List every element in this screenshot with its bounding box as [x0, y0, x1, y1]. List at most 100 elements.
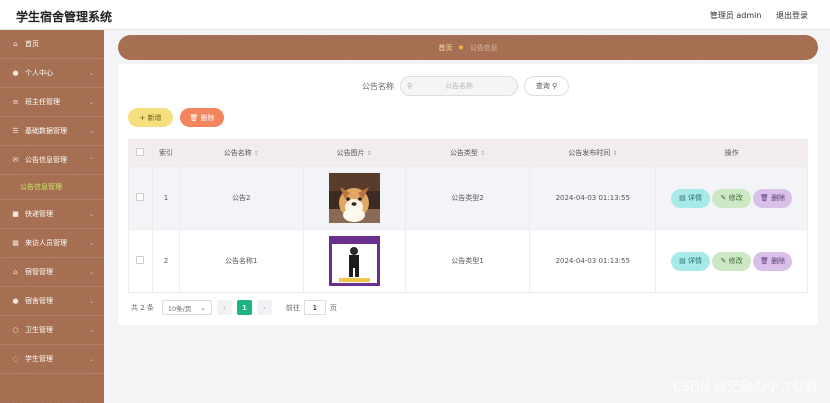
sidebar-item-label: 来访人员管理	[25, 239, 67, 247]
cell-time: 2024-04-03 01:13:55	[529, 166, 657, 230]
table-row: 1 公告2 公告类型2 2024-04-03 01:13:55 ▤ 详情 ✎ 修…	[128, 166, 808, 230]
notice-table: 索引 公告名称 ⇕ 公告图片 ⇕ 公告类型 ⇕ 公告发布时间 ⇕ 操作 1 公告2	[128, 139, 808, 293]
sort-icon: ⇕	[612, 150, 618, 157]
trash-icon: 🗑	[189, 113, 199, 122]
detail-button[interactable]: ▤ 详情	[671, 251, 711, 271]
row-checkbox[interactable]	[136, 193, 145, 201]
logout-link[interactable]: 退出登录	[776, 11, 808, 20]
detail-button[interactable]: ▤ 详情	[671, 188, 711, 208]
list-icon: ≡	[12, 98, 19, 106]
sidebar-item-notice[interactable]: ✉ 公告信息管理 ⌃	[0, 146, 104, 175]
top-bar: 学生宿舍管理系统 管理员 admin 退出登录	[0, 0, 830, 30]
sidebar-item-dorm-admin[interactable]: ⌂ 宿管管理 ⌄	[0, 258, 104, 287]
detail-button-label: 详情	[688, 257, 702, 265]
search-input[interactable]	[401, 77, 517, 95]
sidebar-item-dorm[interactable]: ● 宿舍管理 ⌄	[0, 287, 104, 316]
col-name[interactable]: 公告名称 ⇕	[178, 139, 304, 167]
edit-button[interactable]: ✎ 修改	[712, 251, 752, 271]
sidebar-item-visitor[interactable]: ▦ 来访人员管理 ⌄	[0, 229, 104, 258]
pencil-icon: ✎	[720, 194, 727, 202]
sidebar-item-teacher[interactable]: ≡ 班主任管理 ⌄	[0, 88, 104, 117]
prev-page-button[interactable]: ‹	[216, 300, 232, 315]
page-number-current[interactable]: 1	[236, 300, 252, 315]
cell-ops: ▤ 详情 ✎ 修改 🗑 删除	[655, 229, 808, 293]
col-image[interactable]: 公告图片 ⇕	[302, 139, 406, 167]
chevron-down-icon: ⌄	[88, 327, 94, 334]
col-index: 索引	[151, 139, 180, 167]
edit-button[interactable]: ✎ 修改	[712, 188, 752, 208]
col-ops: 操作	[655, 139, 808, 167]
app-title: 学生宿舍管理系统	[16, 10, 113, 24]
col-time[interactable]: 公告发布时间 ⇕	[529, 139, 657, 167]
select-all-checkbox[interactable]	[136, 148, 145, 156]
query-button[interactable]: 查询 ⚲	[524, 76, 569, 96]
sidebar-item-student[interactable]: ◌ 学生管理 ⌄	[0, 345, 104, 374]
cell-name: 公告2	[178, 166, 304, 230]
col-type[interactable]: 公告类型 ⇕	[404, 139, 531, 167]
edit-button-label: 修改	[728, 194, 743, 202]
search-label: 公告名称	[362, 81, 394, 91]
delete-button[interactable]: 🗑 删除	[180, 108, 224, 127]
search-field: ⚲	[400, 76, 518, 96]
table-header-row: 索引 公告名称 ⇕ 公告图片 ⇕ 公告类型 ⇕ 公告发布时间 ⇕ 操作	[128, 139, 808, 167]
chevron-up-icon: ⌃	[88, 157, 94, 164]
chevron-down-icon: ⌄	[88, 99, 94, 106]
home-icon: ⌂	[13, 40, 18, 48]
sidebar-subitem-notice-info[interactable]: 公告信息管理	[0, 175, 104, 200]
add-button[interactable]: + 新增	[128, 108, 173, 127]
notice-image-dog[interactable]	[328, 173, 380, 223]
row-delete-button-label: 删除	[771, 257, 786, 265]
chevron-down-icon: ⌄	[88, 298, 94, 305]
chevron-down-icon: ⌄	[200, 303, 206, 312]
row-delete-button-label: 删除	[771, 194, 786, 202]
sidebar-item-express[interactable]: ■ 快递管理 ⌄	[0, 200, 104, 229]
page-size-select[interactable]: 10条/页 ⌄	[161, 300, 212, 315]
user-label: 管理员 admin	[709, 11, 762, 20]
add-button-label: 新增	[147, 113, 162, 122]
page-unit-label: 页	[329, 303, 337, 312]
col-type-label: 公告类型	[449, 149, 478, 157]
page-size-value: 10条/页	[167, 304, 192, 313]
sidebar-item-label: 班主任管理	[25, 98, 60, 106]
star-icon: ★	[457, 43, 465, 52]
sidebar-item-profile[interactable]: ● 个人中心 ⌄	[0, 59, 104, 88]
goto-page-input[interactable]	[303, 300, 326, 315]
notice-image-poster[interactable]	[328, 236, 380, 286]
breadcrumb-home[interactable]: 首页	[438, 43, 452, 53]
cell-ops: ▤ 详情 ✎ 修改 🗑 删除	[655, 166, 808, 230]
top-right-area: 管理员 admin 退出登录	[698, 10, 808, 21]
select-all-cell	[128, 139, 153, 167]
sidebar-item-label: 卫生管理	[25, 326, 53, 334]
trash-icon: 🗑	[760, 257, 769, 265]
user-icon: ●	[12, 69, 19, 77]
cell-image	[302, 229, 406, 293]
goto-label: 前往	[285, 303, 300, 312]
cell-type: 公告类型2	[404, 166, 531, 230]
sort-icon: ⇕	[366, 150, 372, 157]
cell-time: 2024-04-03 01:13:55	[529, 229, 657, 293]
sidebar-item-label: 宿管管理	[25, 268, 53, 276]
student-icon: ◌	[12, 355, 19, 363]
sidebar-item-hygiene[interactable]: ○ 卫生管理 ⌄	[0, 316, 104, 345]
row-select-cell	[128, 166, 153, 230]
search-icon: ⚲	[552, 82, 558, 90]
sidebar-item-label: 宿舍管理	[25, 297, 53, 305]
detail-button-label: 详情	[688, 194, 702, 202]
cell-index: 2	[151, 229, 180, 293]
total-count: 共 2 条	[131, 303, 154, 312]
box-icon: ■	[12, 210, 19, 218]
sidebar-item-label: 公告信息管理	[25, 156, 67, 164]
row-delete-button[interactable]: 🗑 删除	[753, 188, 793, 208]
sidebar-item-basic-data[interactable]: ☰ 基础数据管理 ⌄	[0, 117, 104, 146]
sidebar-item-home[interactable]: ⌂ 首页	[0, 30, 104, 59]
chevron-down-icon: ⌄	[88, 211, 94, 218]
sidebar: ⌂ 首页 ● 个人中心 ⌄ ≡ 班主任管理 ⌄ ☰ 基础数据管理 ⌄ ✉ 公告信息管理 ⌃ 公告信…	[0, 30, 104, 403]
doc-icon: ▤	[679, 194, 686, 202]
row-delete-button[interactable]: 🗑 删除	[753, 251, 793, 271]
grid-icon: ▦	[12, 239, 19, 247]
chevron-down-icon: ⌄	[88, 269, 94, 276]
col-time-label: 公告发布时间	[568, 149, 611, 157]
next-page-button[interactable]: ›	[256, 300, 272, 315]
watermark: CSDN @无敌の小さな蚊	[672, 380, 818, 395]
row-checkbox[interactable]	[136, 256, 145, 264]
